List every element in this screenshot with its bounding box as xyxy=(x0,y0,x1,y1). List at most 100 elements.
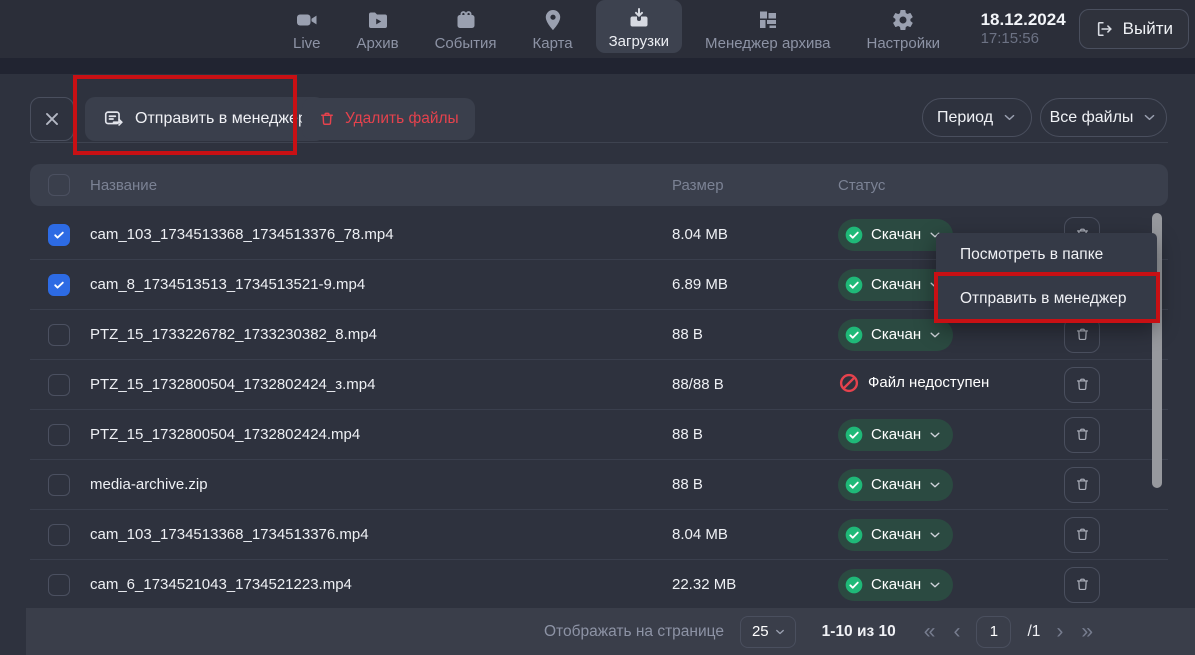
trash-icon xyxy=(1074,376,1091,393)
per-page-label: Отображать на странице xyxy=(544,623,724,641)
delete-row-button[interactable] xyxy=(1064,417,1100,453)
downloads-icon xyxy=(627,6,651,30)
column-header-status: Статус xyxy=(838,177,1064,194)
table-row[interactable]: PTZ_15_1732800504_1732802424_з.mp4 88/88… xyxy=(30,360,1168,410)
status-label: Файл недоступен xyxy=(868,374,989,391)
trash-icon xyxy=(1074,576,1091,593)
table-row[interactable]: media-archive.zip 88 B Скачан xyxy=(30,460,1168,510)
column-header-name: Название xyxy=(90,177,672,194)
files-filter-dropdown[interactable]: Все файлы xyxy=(1040,98,1167,137)
file-status-cell: Скачан xyxy=(838,569,1064,601)
check-icon xyxy=(52,228,66,242)
pagination-footer: Отображать на странице 25 1-10 из 10 « ‹… xyxy=(26,608,1195,655)
row-checkbox[interactable] xyxy=(48,474,70,496)
row-checkbox[interactable] xyxy=(48,424,70,446)
select-all-checkbox[interactable] xyxy=(48,174,70,196)
status-badge-downloaded[interactable]: Скачан xyxy=(838,419,953,451)
page-input[interactable]: 1 xyxy=(976,616,1011,648)
top-right-area: 18.12.2024 17:15:56 Выйти xyxy=(981,0,1189,58)
settings-gear-icon xyxy=(891,8,915,32)
prev-page-button[interactable]: ‹ xyxy=(951,621,962,642)
first-page-button[interactable]: « xyxy=(922,621,938,642)
toolbar-divider xyxy=(30,142,1168,143)
logout-label: Выйти xyxy=(1123,19,1173,39)
check-icon xyxy=(52,278,66,292)
nav-item-archive-manager[interactable]: Менеджер архива xyxy=(692,0,843,58)
nav-item-archive[interactable]: Архив xyxy=(344,0,412,58)
topbar-divider xyxy=(0,58,1195,74)
delete-files-button[interactable]: Удалить файлы xyxy=(302,98,475,140)
file-status-cell: Скачан xyxy=(838,319,1064,351)
nav-label-live: Live xyxy=(293,35,321,52)
nav-label-map: Карта xyxy=(532,35,572,52)
row-checkbox[interactable] xyxy=(48,574,70,596)
file-size: 6.89 MB xyxy=(672,276,838,293)
delete-row-button[interactable] xyxy=(1064,567,1100,603)
status-label: Скачан xyxy=(871,526,921,543)
nav-label-settings: Настройки xyxy=(866,35,940,52)
status-context-menu: Посмотреть в папке Отправить в менеджер xyxy=(936,233,1157,321)
datetime: 18.12.2024 17:15:56 xyxy=(981,9,1066,49)
last-page-button[interactable]: » xyxy=(1079,621,1095,642)
per-page-select[interactable]: 25 xyxy=(740,616,796,648)
nav-item-live[interactable]: Live xyxy=(280,0,334,58)
delete-row-button[interactable] xyxy=(1064,367,1100,403)
send-document-icon xyxy=(103,108,125,130)
close-selection-button[interactable] xyxy=(30,97,74,141)
status-badge-downloaded[interactable]: Скачан xyxy=(838,569,953,601)
row-checkbox-checked[interactable] xyxy=(48,274,70,296)
file-name: PTZ_15_1733226782_1733230382_8.mp4 xyxy=(90,326,672,343)
table-row[interactable]: cam_6_1734521043_1734521223.mp4 22.32 MB… xyxy=(30,560,1168,610)
file-status-cell: Скачан xyxy=(838,519,1064,551)
row-checkbox[interactable] xyxy=(48,374,70,396)
delete-row-button[interactable] xyxy=(1064,517,1100,553)
current-date: 18.12.2024 xyxy=(981,9,1066,30)
row-checkbox[interactable] xyxy=(48,524,70,546)
trash-icon xyxy=(318,110,336,128)
send-to-manager-button[interactable]: Отправить в менеджер xyxy=(85,97,325,141)
nav-item-map[interactable]: Карта xyxy=(519,0,585,58)
nav-item-events[interactable]: События xyxy=(422,0,510,58)
nav-label-archive: Архив xyxy=(357,35,399,52)
main-nav: Live Архив События Карта Загрузки Менедж… xyxy=(280,0,953,58)
range-label: 1-10 из 10 xyxy=(822,623,896,641)
check-circle-icon xyxy=(844,575,864,595)
check-circle-icon xyxy=(844,275,864,295)
chevron-down-icon xyxy=(1002,110,1017,125)
table-row[interactable]: cam_103_1734513368_1734513376.mp4 8.04 M… xyxy=(30,510,1168,560)
send-to-manager-label: Отправить в менеджер xyxy=(135,110,307,128)
table-row[interactable]: PTZ_15_1732800504_1732802424.mp4 88 B Ск… xyxy=(30,410,1168,460)
status-badge-downloaded[interactable]: Скачан xyxy=(838,319,953,351)
archive-folder-icon xyxy=(366,8,390,32)
logout-button[interactable]: Выйти xyxy=(1079,9,1189,49)
chevron-down-icon xyxy=(774,626,786,638)
menu-item-show-in-folder[interactable]: Посмотреть в папке xyxy=(936,233,1157,277)
row-checkbox-checked[interactable] xyxy=(48,224,70,246)
delete-row-button[interactable] xyxy=(1064,317,1100,353)
file-name: cam_8_1734513513_1734513521-9.mp4 xyxy=(90,276,672,293)
nav-item-settings[interactable]: Настройки xyxy=(853,0,953,58)
file-size: 8.04 MB xyxy=(672,526,838,543)
period-dropdown[interactable]: Период xyxy=(922,98,1032,137)
chevron-down-icon xyxy=(928,328,942,342)
period-dropdown-label: Период xyxy=(937,109,993,127)
files-filter-label: Все файлы xyxy=(1050,109,1134,127)
chevron-down-icon xyxy=(928,528,942,542)
nav-item-downloads[interactable]: Загрузки xyxy=(596,0,682,53)
table-header: Название Размер Статус xyxy=(30,164,1168,206)
status-badge-downloaded[interactable]: Скачан xyxy=(838,469,953,501)
check-circle-icon xyxy=(844,425,864,445)
status-label: Скачан xyxy=(871,476,921,493)
delete-row-button[interactable] xyxy=(1064,467,1100,503)
chevron-down-icon xyxy=(928,428,942,442)
archive-manager-icon xyxy=(756,8,780,32)
row-checkbox[interactable] xyxy=(48,324,70,346)
next-page-button[interactable]: › xyxy=(1054,621,1065,642)
menu-item-send-to-manager[interactable]: Отправить в менеджер xyxy=(936,277,1157,321)
file-status-cell: Скачан xyxy=(838,419,1064,451)
check-circle-icon xyxy=(844,225,864,245)
chevron-down-icon xyxy=(928,578,942,592)
trash-icon xyxy=(1074,326,1091,343)
check-circle-icon xyxy=(844,475,864,495)
status-badge-downloaded[interactable]: Скачан xyxy=(838,519,953,551)
